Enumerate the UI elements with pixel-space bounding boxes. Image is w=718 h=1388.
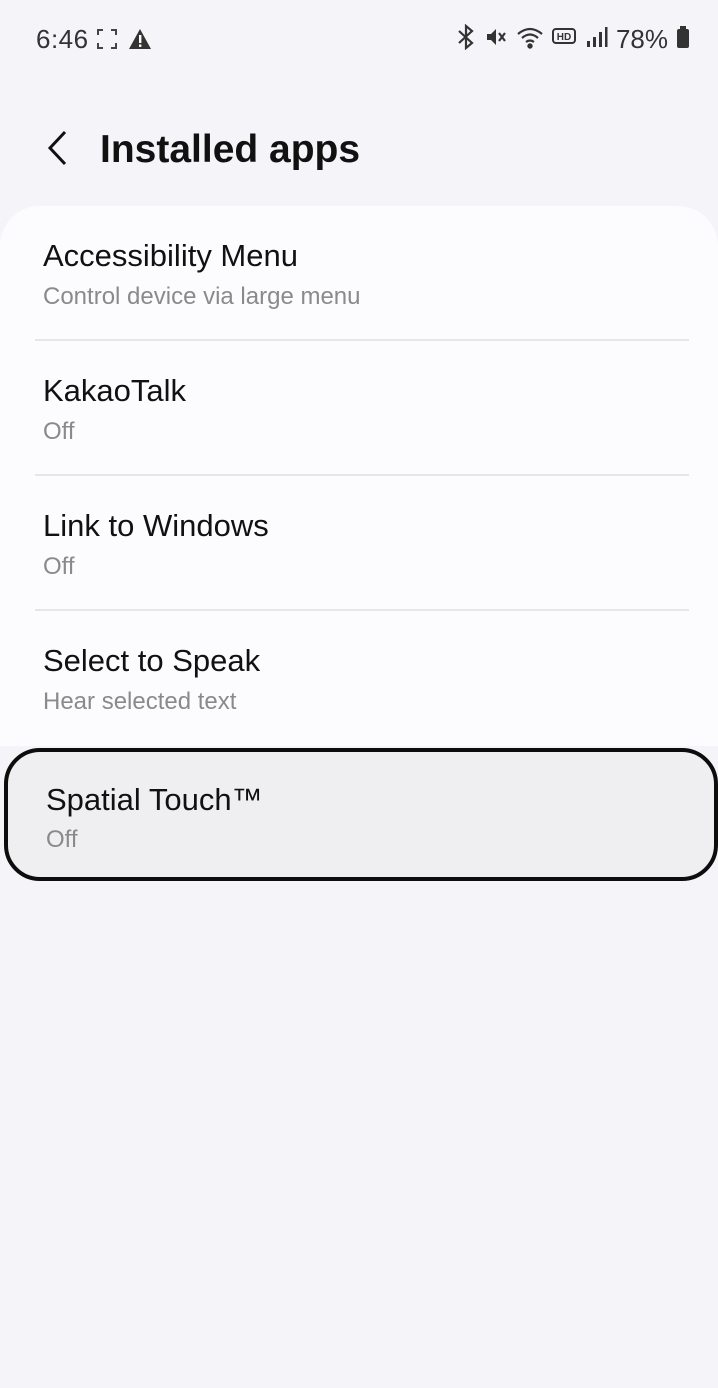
- bluetooth-icon: [456, 23, 476, 55]
- battery-percent: 78%: [615, 24, 668, 54]
- item-subtitle: Off: [43, 418, 75, 445]
- svg-text:HD: HD: [557, 32, 571, 43]
- item-title: Link to Windows: [43, 508, 269, 543]
- back-button[interactable]: [30, 122, 86, 178]
- list-item-spatial-touch[interactable]: Spatial Touch™ Off: [4, 748, 718, 881]
- signal-icon: [586, 26, 608, 53]
- item-subtitle: Hear selected text: [43, 688, 237, 715]
- item-title: KakaoTalk: [43, 373, 187, 408]
- status-bar: 6:46 HD 78%: [0, 0, 718, 80]
- installed-apps-list: Accessibility Menu Control device via la…: [0, 206, 718, 746]
- mute-icon: [484, 25, 508, 54]
- list-item-select-to-speak[interactable]: Select to Speak Hear selected text: [0, 611, 718, 746]
- status-right-icons: HD 78%: [456, 23, 690, 55]
- hd-voice-icon: HD: [551, 26, 578, 53]
- status-left-icons: [96, 28, 152, 55]
- item-title: Select to Speak: [43, 643, 261, 678]
- app-bar: Installed apps: [0, 110, 718, 194]
- item-title: Accessibility Menu: [43, 238, 298, 273]
- battery-icon: [676, 25, 690, 54]
- warning-icon: [128, 28, 152, 55]
- item-title: Spatial Touch™: [46, 782, 263, 817]
- wifi-icon: [516, 25, 544, 54]
- item-subtitle: Control device via large menu: [43, 283, 361, 310]
- item-subtitle: Off: [43, 553, 75, 580]
- status-time: 6:46: [36, 24, 89, 54]
- item-subtitle: Off: [46, 826, 78, 853]
- chevron-left-icon: [44, 128, 72, 173]
- screenshot-frame-icon: [96, 28, 118, 55]
- list-item-link-to-windows[interactable]: Link to Windows Off: [0, 476, 718, 611]
- list-item-accessibility-menu[interactable]: Accessibility Menu Control device via la…: [0, 206, 718, 341]
- page-title: Installed apps: [100, 128, 361, 171]
- list-item-kakaotalk[interactable]: KakaoTalk Off: [0, 341, 718, 476]
